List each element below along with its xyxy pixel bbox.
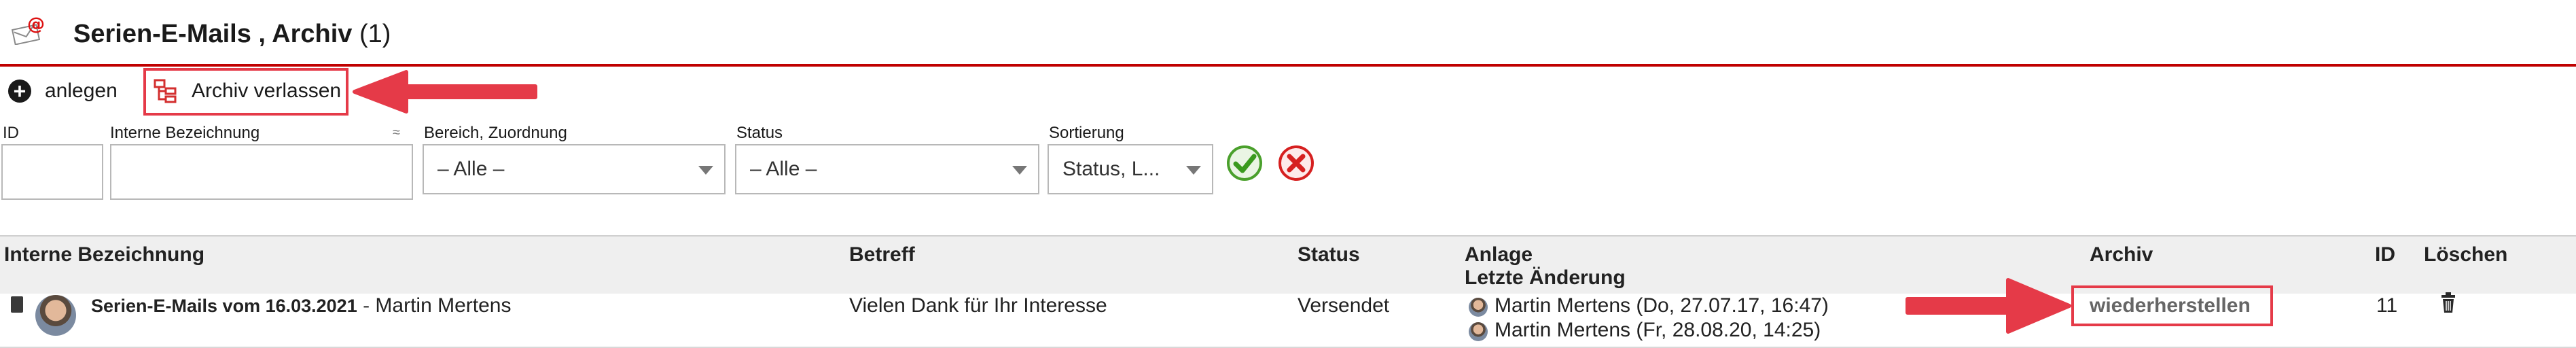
chevron-down-icon [1012, 166, 1027, 175]
row-modified: Martin Mertens (Fr, 28.08.20, 14:25) [1495, 319, 1821, 341]
annotation-highlight-restore [2071, 285, 2273, 326]
chevron-down-icon [1186, 166, 1201, 175]
filter-status-label: Status [736, 124, 783, 142]
annotation-arrow-right [1906, 278, 2071, 334]
apply-filter-check-icon[interactable] [1226, 144, 1264, 182]
page-header: @ Serien-E-Mails , Archiv (1) [0, 0, 2576, 67]
filter-area-label: Bereich, Zuordnung [424, 124, 567, 142]
col-subject[interactable]: Betreff [849, 243, 915, 266]
avatar [1469, 298, 1488, 317]
at-email-icon: @ [11, 15, 45, 45]
row-status: Versendet [1298, 294, 1390, 317]
filter-status-value: – Alle – [750, 158, 817, 180]
row-author: Martin Mertens [375, 294, 512, 317]
filter-id-label: ID [3, 124, 19, 142]
filter-sort-value: Status, L... [1062, 158, 1160, 180]
approx-search-icon: ≈ [393, 125, 400, 140]
annotation-highlight-leave-archive [143, 68, 348, 116]
reset-filter-x-icon[interactable] [1277, 144, 1315, 182]
col-internal[interactable]: Interne Bezeichnung [4, 243, 204, 266]
col-delete: Löschen [2424, 243, 2508, 266]
col-created[interactable]: Anlage [1465, 243, 1533, 266]
filter-area-select[interactable]: – Alle – [423, 144, 726, 194]
avatar [1469, 322, 1488, 341]
avatar [35, 295, 76, 336]
row-separator: - [363, 294, 370, 317]
svg-text:@: @ [27, 15, 45, 35]
row-internal-cell: Serien-E-Mails vom 16.03.2021 - Martin M… [91, 294, 511, 318]
col-modified[interactable]: Letzte Änderung [1465, 266, 1626, 290]
chevron-down-icon [698, 166, 713, 175]
page-title-text: Serien-E-Mails , Archiv [73, 20, 353, 48]
trash-icon[interactable] [2440, 292, 2456, 313]
document-icon [11, 296, 23, 313]
page-title: Serien-E-Mails , Archiv (1) [73, 18, 391, 50]
filter-sort-select[interactable]: Status, L... [1048, 144, 1213, 194]
record-count: (1) [359, 20, 391, 48]
filter-sort-label: Sortierung [1049, 124, 1124, 142]
row-id: 11 [2376, 294, 2398, 317]
filter-status-select[interactable]: – Alle – [735, 144, 1039, 194]
new-button-label: anlegen [45, 80, 118, 102]
plus-circle-icon: + [8, 80, 31, 103]
filter-id-input[interactable] [1, 144, 103, 200]
row-internal-name[interactable]: Serien-E-Mails vom 16.03.2021 [91, 296, 357, 316]
row-subject: Vielen Dank für Ihr Interesse [849, 294, 1107, 317]
col-id[interactable]: ID [2375, 243, 2395, 266]
filter-internal-input[interactable] [110, 144, 413, 200]
new-button[interactable]: + anlegen [8, 76, 118, 106]
row-created: Martin Mertens (Do, 27.07.17, 16:47) [1495, 294, 1829, 317]
filter-area-value: – Alle – [437, 158, 505, 180]
col-archive: Archiv [2090, 243, 2153, 266]
filter-internal-label: Interne Bezeichnung [110, 124, 260, 142]
annotation-arrow-left [353, 70, 537, 114]
col-status[interactable]: Status [1298, 243, 1360, 266]
